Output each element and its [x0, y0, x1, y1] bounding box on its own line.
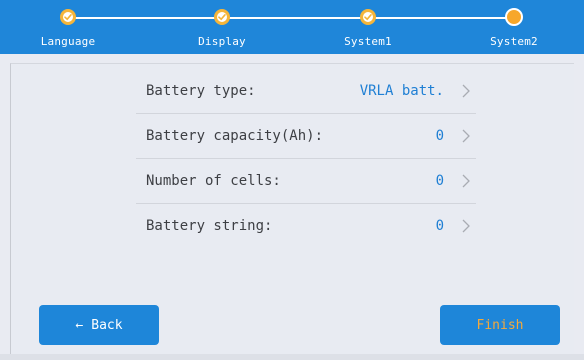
setting-label: Battery capacity(Ah): — [146, 128, 324, 144]
setting-value: 0 — [435, 128, 444, 144]
setting-label: Number of cells: — [146, 173, 281, 189]
finish-button[interactable]: Finish — [440, 305, 560, 345]
setting-value: 0 — [435, 173, 444, 189]
step-system1: System1 — [308, 0, 428, 54]
chevron-right-icon — [456, 173, 476, 189]
check-icon — [60, 9, 76, 25]
finish-button-label: Finish — [476, 317, 524, 333]
step-label: Language — [40, 35, 96, 48]
setting-row-battery-capacity[interactable]: Battery capacity(Ah): 0 — [136, 114, 476, 159]
chevron-right-icon — [456, 128, 476, 144]
back-button-label: Back — [91, 317, 123, 333]
step-label: System1 — [344, 35, 392, 48]
setting-label: Battery type: — [146, 83, 256, 99]
check-icon — [214, 9, 230, 25]
step-label: Display — [198, 35, 246, 48]
step-display: Display — [162, 0, 282, 54]
step-system2: System2 — [454, 0, 574, 54]
setting-row-number-of-cells[interactable]: Number of cells: 0 — [136, 159, 476, 204]
current-step-icon — [505, 8, 523, 26]
setup-stepper: Language Display System1 System2 — [0, 0, 584, 54]
battery-settings-list: Battery type: VRLA batt. Battery capacit… — [136, 69, 476, 248]
setting-row-battery-type[interactable]: Battery type: VRLA batt. — [136, 69, 476, 114]
setting-value: 0 — [435, 218, 444, 234]
step-label: System2 — [490, 35, 538, 48]
back-button[interactable]: ← Back — [39, 305, 159, 345]
back-arrow-icon: ← — [75, 317, 84, 333]
setting-value: VRLA batt. — [359, 83, 444, 99]
setting-row-battery-string[interactable]: Battery string: 0 — [136, 204, 476, 248]
chevron-right-icon — [456, 83, 476, 99]
bottom-strip — [0, 354, 584, 360]
chevron-right-icon — [456, 218, 476, 234]
step-language: Language — [8, 0, 128, 54]
setting-label: Battery string: — [146, 218, 273, 234]
check-icon — [360, 9, 376, 25]
